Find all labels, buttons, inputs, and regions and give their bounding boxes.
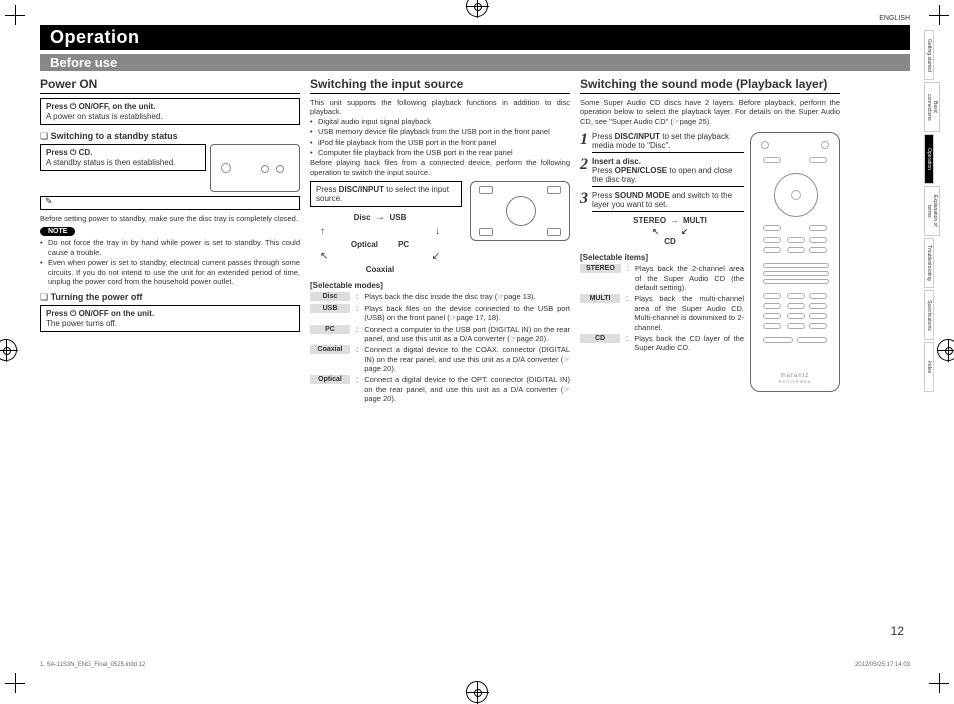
list-item: iPod file playback from the USB port in … (310, 138, 570, 147)
selectable-head: [Selectable items] (580, 253, 744, 262)
note-list: Do not force the tray in by hand while p… (40, 238, 300, 286)
heading-standby: Switching to a standby status (40, 131, 300, 142)
step-number: 1 (580, 132, 588, 153)
tab-basic-connections[interactable]: Basic connections (924, 82, 940, 132)
instruction-text: Press ⏻ ON/OFF, on the unit. (46, 102, 155, 111)
registration-mark (466, 681, 488, 703)
remote-logo: marantz RC011PMSA (751, 373, 839, 385)
step-text: Press DISC/INPUT to set the playback med… (592, 132, 744, 153)
step-row: 3 Press SOUND MODE and switch to the lay… (580, 191, 744, 212)
step-row: 1 Press DISC/INPUT to set the playback m… (580, 132, 744, 153)
note-badge: NOTE (40, 227, 75, 236)
instruction-box: Press ⏻ ON/OFF on the unit. The power tu… (40, 305, 300, 332)
tab-specifications[interactable]: Specifications (924, 290, 934, 340)
print-footer: 1. SA-11S3N_ENG_Final_0525.indd 12 2012/… (40, 662, 910, 668)
crop-mark (5, 673, 25, 693)
column-input-source: Switching the input source This unit sup… (310, 77, 570, 406)
tab-operation[interactable]: Operation (924, 134, 934, 184)
note-icon-bar (40, 196, 300, 210)
tab-index[interactable]: Index (924, 342, 934, 392)
remote-illustration-small (470, 181, 570, 241)
body-text: Before playing back files from a connect… (310, 158, 570, 177)
section-title: Operation (40, 25, 910, 50)
instruction-sub: The power turns off. (46, 319, 117, 328)
registration-mark (0, 339, 17, 361)
instruction-box: Press ⏻ ON/OFF, on the unit. A power on … (40, 98, 300, 125)
crop-mark (5, 5, 25, 25)
list-item: Even when power is set to standby, elect… (40, 258, 300, 286)
body-text: Some Super Audio CD discs have 2 layers.… (580, 98, 840, 126)
body-text: Before setting power to standby, make su… (40, 214, 300, 223)
crop-mark (929, 673, 949, 693)
tab-troubleshooting[interactable]: Troubleshooting (924, 238, 934, 288)
step-text: Insert a disc.Press OPEN/CLOSE to open a… (592, 157, 744, 187)
body-text: This unit supports the following playbac… (310, 98, 570, 117)
selectable-head: [Selectable modes] (310, 281, 570, 290)
instruction-box: Press ⏻ CD. A standby status is then est… (40, 144, 206, 171)
section-subtitle: Before use (40, 54, 910, 71)
instruction-text: Press ⏻ ON/OFF on the unit. (46, 309, 154, 318)
page-content: ENGLISH Operation Before use Power ON Pr… (40, 25, 910, 406)
column-power: Power ON Press ⏻ ON/OFF, on the unit. A … (40, 77, 300, 406)
tab-getting-started[interactable]: Getting started (924, 30, 934, 80)
mode-cycle-diagram: Disc → USB ↑↓ Optical PC ↖↙ Coaxial (310, 211, 450, 275)
mode-table: Disc:Plays back the disc inside the disc… (310, 292, 570, 403)
heading-power-off: Turning the power off (40, 292, 300, 303)
heading-input-source: Switching the input source (310, 77, 570, 94)
step-row: 2 Insert a disc.Press OPEN/CLOSE to open… (580, 157, 744, 187)
unit-panel-illustration (210, 144, 300, 192)
heading-power-on: Power ON (40, 77, 300, 94)
crop-mark (929, 5, 949, 25)
footer-file: 1. SA-11S3N_ENG_Final_0525.indd 12 (40, 662, 145, 668)
language-label: ENGLISH (879, 15, 910, 22)
instruction-sub: A standby status is then established. (46, 158, 175, 167)
footer-timestamp: 2012/05/25 17:14:03 (855, 662, 910, 668)
list-item: Digital audio input signal playback (310, 117, 570, 126)
instruction-text: Press DISC/INPUT to select the input sou… (316, 185, 449, 203)
list-item: USB memory device file playback from the… (310, 127, 570, 136)
registration-mark (466, 0, 488, 17)
instruction-sub: A power on status is established. (46, 112, 163, 121)
list-item: Computer file playback from the USB port… (310, 148, 570, 157)
instruction-text: Press ⏻ CD. (46, 148, 92, 157)
instruction-box: Press DISC/INPUT to select the input sou… (310, 181, 462, 207)
step-text: Press SOUND MODE and switch to the layer… (592, 191, 744, 212)
column-sound-mode: Switching the sound mode (Playback layer… (580, 77, 840, 406)
page-number: 12 (891, 624, 904, 638)
tab-explanation[interactable]: Explanation of terms (924, 186, 940, 236)
instruction-and-remote: Press DISC/INPUT to select the input sou… (310, 181, 570, 275)
heading-sound-mode: Switching the sound mode (Playback layer… (580, 77, 840, 94)
step-number: 3 (580, 191, 588, 212)
remote-illustration-large: marantz RC011PMSA (750, 132, 840, 392)
step-number: 2 (580, 157, 588, 187)
layer-cycle-diagram: STEREO → MULTI ↖ ↙ CD (600, 216, 740, 247)
list-item: Do not force the tray in by hand while p… (40, 238, 300, 257)
chapter-tabs: Getting started Basic connections Operat… (924, 30, 952, 394)
feature-list: Digital audio input signal playback USB … (310, 117, 570, 158)
